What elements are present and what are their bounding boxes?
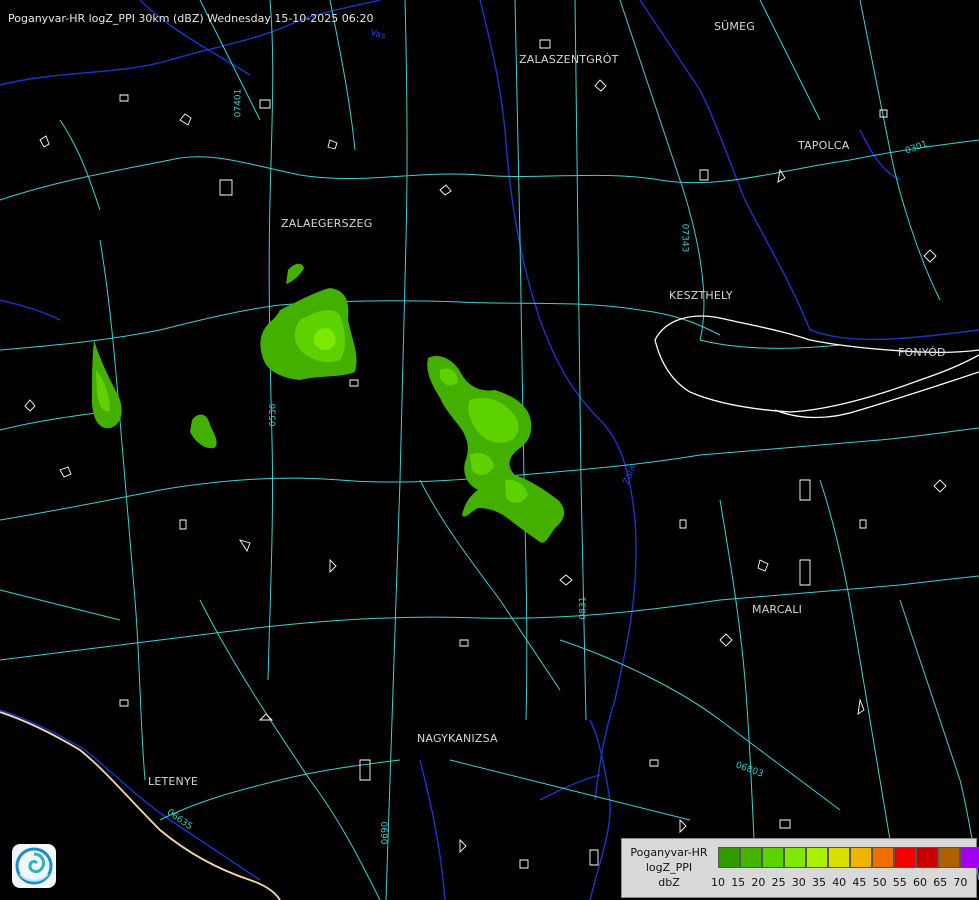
provider-logo [12, 844, 56, 888]
road-label: 0831 [578, 596, 589, 620]
road-label: 07401 [233, 88, 244, 118]
legend-tick: 45 [852, 876, 867, 889]
city-sumeg: SÜMEG [714, 20, 755, 33]
legend-swatch [960, 847, 979, 868]
swirl-logo-icon [15, 847, 53, 885]
city-zalaegerszeg: ZALAEGERSZEG [281, 217, 373, 230]
legend-line-1: Poganyvar-HR [630, 846, 708, 859]
legend-swatch [850, 847, 872, 868]
city-zalaszentgrot: ZALASZENTGRÓT [519, 53, 619, 66]
echo-small-2 [286, 263, 304, 284]
city-nagykanizsa: NAGYKANIZSA [417, 732, 498, 745]
legend-line-2: logZ_PPI [645, 861, 693, 874]
radar-map [0, 0, 979, 900]
legend-tick-labels: 10 15 20 25 30 35 40 45 50 55 60 65 70 [711, 876, 971, 890]
city-fonyod: FONYÓD [898, 346, 946, 359]
legend-title: Poganyvar-HR logZ_PPI dbZ [626, 845, 712, 890]
city-keszthely: KESZTHELY [669, 289, 733, 302]
legend-tick: 20 [751, 876, 766, 889]
legend-swatch [784, 847, 806, 868]
legend-tick: 50 [872, 876, 887, 889]
radar-echoes [92, 263, 565, 543]
legend-swatch [806, 847, 828, 868]
road-label: 0536 [268, 403, 279, 427]
legend-tick: 70 [953, 876, 968, 889]
lake-balaton [654, 315, 979, 419]
city-marcali: MARCALI [752, 603, 803, 616]
legend-tick: 55 [892, 876, 907, 889]
dbz-legend: Poganyvar-HR logZ_PPI dbZ 10 15 20 25 30 35 40… [621, 838, 979, 898]
legend-swatch [718, 847, 740, 868]
legend-tick: 40 [832, 876, 847, 889]
city-letenye: LETENYE [148, 775, 199, 788]
legend-swatch [872, 847, 894, 868]
legend-swatch [740, 847, 762, 868]
legend-tick: 60 [913, 876, 927, 889]
legend-tick: 30 [791, 876, 806, 889]
legend-tick: 15 [731, 876, 746, 889]
legend-swatch [894, 847, 916, 868]
road-label: 0690 [380, 821, 391, 845]
legend-swatch [762, 847, 784, 868]
legend-tick: 25 [771, 876, 786, 889]
legend-swatch [938, 847, 960, 868]
legend-color-scale [718, 847, 979, 868]
legend-tick: 35 [812, 876, 826, 889]
legend-tick: 65 [933, 876, 948, 889]
legend-swatch [828, 847, 850, 868]
legend-tick: 10 [711, 876, 725, 889]
road-label: 07343 [679, 223, 690, 253]
city-tapolca: TAPOLCA [798, 139, 850, 152]
map-title: Poganyvar-HR logZ_PPI 30km (dBZ) Wednesd… [8, 12, 374, 25]
legend-line-3: dbZ [658, 876, 680, 889]
echo-small-1 [190, 414, 217, 449]
legend-swatch [916, 847, 938, 868]
